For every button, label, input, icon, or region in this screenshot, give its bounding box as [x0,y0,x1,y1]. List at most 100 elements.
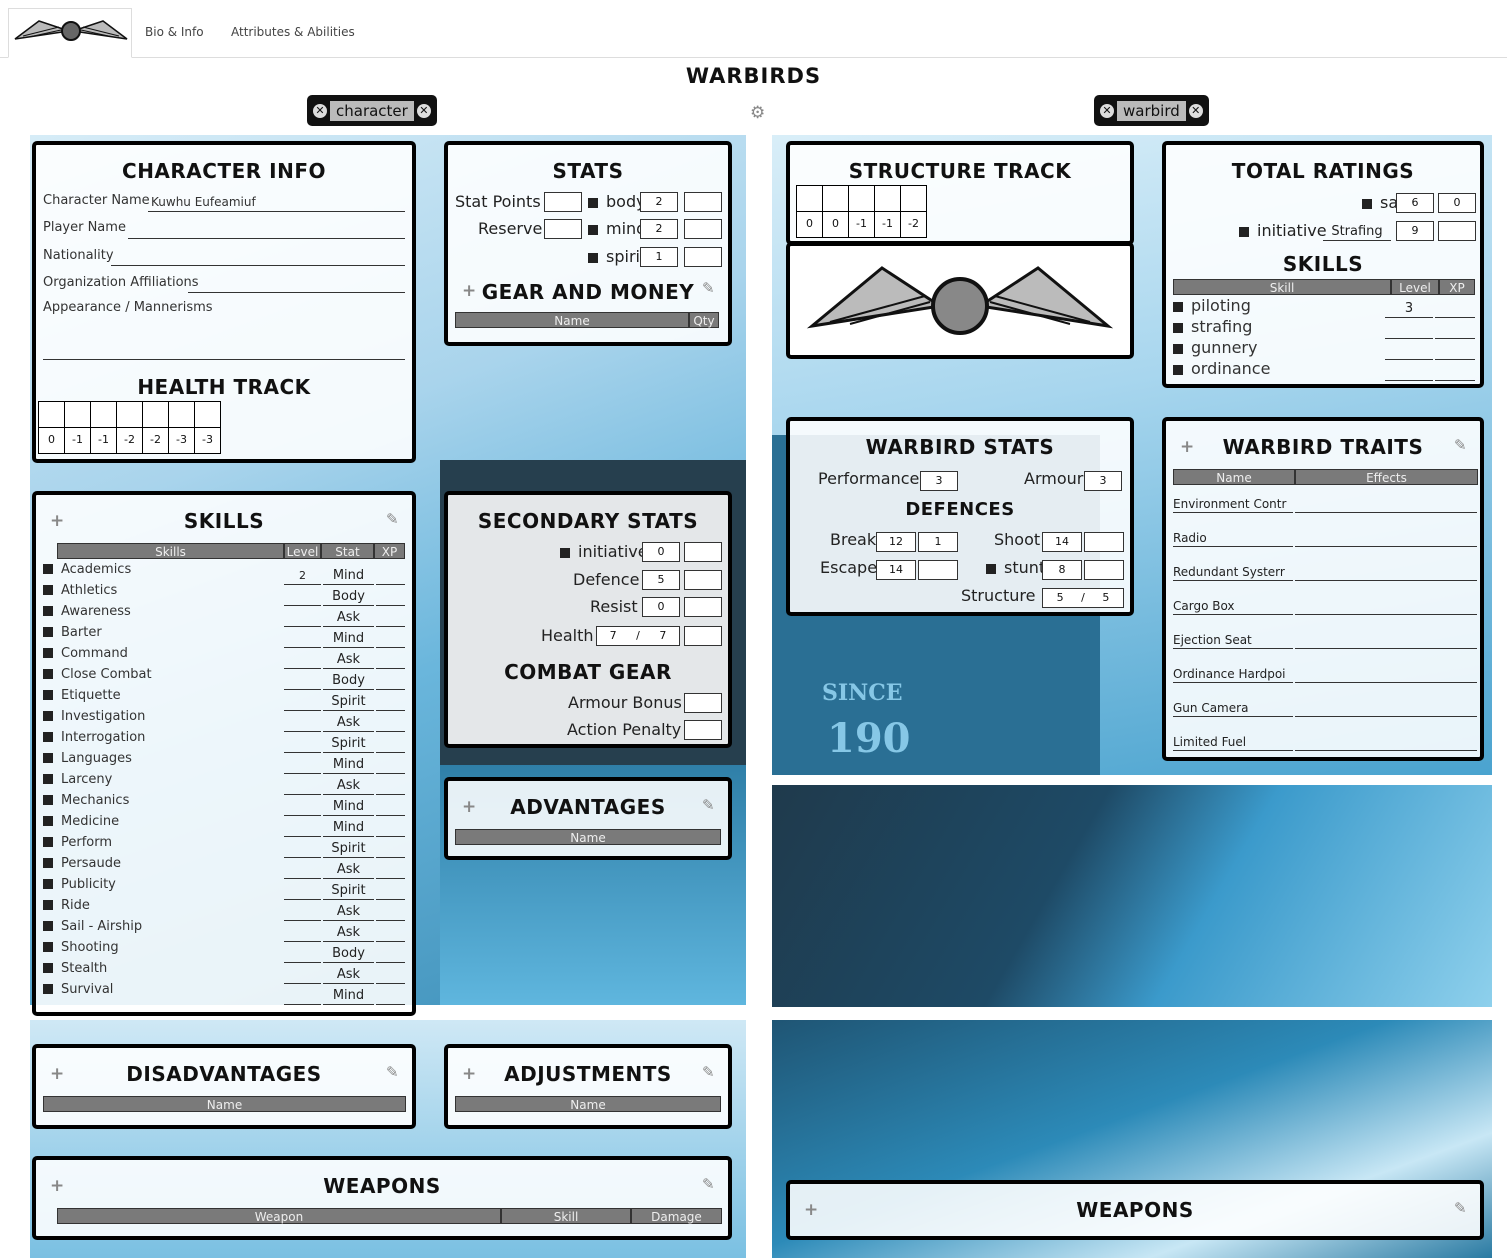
health-input[interactable]: 7 / 7 [596,626,680,646]
skill-xp[interactable] [376,628,405,648]
escape-input[interactable]: 14 [876,560,916,580]
dice-icon[interactable] [43,585,53,595]
appearance-field[interactable] [43,359,405,360]
structure-cell[interactable]: -2 [901,212,927,238]
skill-stat[interactable]: Ask [323,607,374,627]
gear-icon[interactable]: ⚙ [750,103,765,123]
dice-icon[interactable] [1239,227,1249,237]
health-cell[interactable]: -2 [143,428,169,454]
skill-level[interactable] [284,649,321,669]
mind-input[interactable]: 2 [640,219,678,239]
skill-xp[interactable] [376,691,405,711]
wskill-xp[interactable] [1435,298,1475,318]
skill-xp[interactable] [376,565,405,585]
dice-icon[interactable] [1362,199,1372,209]
dice-icon[interactable] [43,606,53,616]
dice-icon[interactable] [43,795,53,805]
skill-level[interactable] [284,817,321,837]
edit-adjustments-icon[interactable]: ✎ [702,1063,715,1081]
skill-stat[interactable]: Ask [323,712,374,732]
skill-xp[interactable] [376,670,405,690]
structure-cell[interactable]: 0 [797,212,823,238]
wskill-level[interactable] [1385,340,1433,360]
skill-stat[interactable]: Mind [323,754,374,774]
spirit-xp-input[interactable] [684,247,722,267]
armour-bonus-input[interactable] [684,693,722,713]
prev-icon[interactable]: ✕ [313,103,327,118]
health-xp-input[interactable] [684,626,722,646]
dice-icon[interactable] [1173,302,1183,312]
skill-level[interactable] [284,964,321,984]
skill-level[interactable] [284,754,321,774]
stunt-input[interactable]: 8 [1042,560,1082,580]
resist-xp-input[interactable] [684,597,722,617]
initiative-input[interactable]: 0 [642,542,680,562]
trait-effects[interactable] [1295,697,1477,717]
skill-stat[interactable]: Ask [323,964,374,984]
structure-cell[interactable]: -1 [849,212,875,238]
trait-effects[interactable] [1295,561,1477,581]
dice-icon[interactable] [560,548,570,558]
structure-cell[interactable]: -1 [875,212,901,238]
resist-input[interactable]: 0 [642,597,680,617]
dice-icon[interactable] [43,984,53,994]
skill-xp[interactable] [376,733,405,753]
shoot-mod-input[interactable] [1084,532,1124,552]
structure-input[interactable]: 5 / 5 [1042,588,1124,608]
health-cell[interactable]: -1 [65,428,91,454]
dice-icon[interactable] [588,225,598,235]
skill-xp[interactable] [376,901,405,921]
stunt-mod-input[interactable] [1084,560,1124,580]
dice-icon[interactable] [43,879,53,889]
prev-icon[interactable]: ✕ [1100,103,1114,118]
initiative-skill[interactable]: Strafing [1323,221,1391,241]
skill-level[interactable] [284,607,321,627]
skill-level[interactable] [284,712,321,732]
tab-bio[interactable]: Bio & Info [145,25,204,39]
skill-xp[interactable] [376,607,405,627]
sa-input[interactable]: 6 [1396,193,1434,213]
character-name-field[interactable]: Kuwhu Eufeamiuf [151,195,256,209]
performance-input[interactable]: 3 [920,471,958,491]
sa-xp-input[interactable]: 0 [1438,193,1476,213]
structure-cell[interactable]: 0 [823,212,849,238]
spirit-input[interactable]: 1 [640,247,678,267]
skill-stat[interactable]: Ask [323,775,374,795]
edit-disadvantages-icon[interactable]: ✎ [386,1063,399,1081]
skill-xp[interactable] [376,775,405,795]
wskill-xp[interactable] [1435,361,1475,381]
skill-xp[interactable] [376,922,405,942]
defence-xp-input[interactable] [684,570,722,590]
skill-xp[interactable] [376,796,405,816]
dice-icon[interactable] [1173,365,1183,375]
skill-xp[interactable] [376,817,405,837]
dice-icon[interactable] [43,942,53,952]
skill-xp[interactable] [376,859,405,879]
skill-xp[interactable] [376,964,405,984]
skill-stat[interactable]: Spirit [323,733,374,753]
tab-attributes[interactable]: Attributes & Abilities [231,25,355,39]
dice-icon[interactable] [43,627,53,637]
dice-icon[interactable] [43,837,53,847]
dice-icon[interactable] [43,564,53,574]
skill-level[interactable] [284,670,321,690]
skill-xp[interactable] [376,754,405,774]
skill-stat[interactable]: Mind [323,565,374,585]
next-icon[interactable]: ✕ [416,103,431,118]
skill-stat[interactable]: Ask [323,649,374,669]
break-input[interactable]: 12 [876,532,916,552]
initiative-xp-input[interactable] [684,542,722,562]
wskill-level[interactable]: 3 [1385,298,1433,318]
trait-effects[interactable] [1295,731,1477,751]
dice-icon[interactable] [588,253,598,263]
defence-input[interactable]: 5 [642,570,680,590]
health-cell[interactable]: 0 [39,428,65,454]
skill-stat[interactable]: Ask [323,922,374,942]
skill-level[interactable] [284,943,321,963]
trait-effects[interactable] [1295,595,1477,615]
player-name-field[interactable] [128,238,405,239]
dice-icon[interactable] [43,690,53,700]
skill-xp[interactable] [376,838,405,858]
wskill-level[interactable] [1385,361,1433,381]
skill-xp[interactable] [376,649,405,669]
